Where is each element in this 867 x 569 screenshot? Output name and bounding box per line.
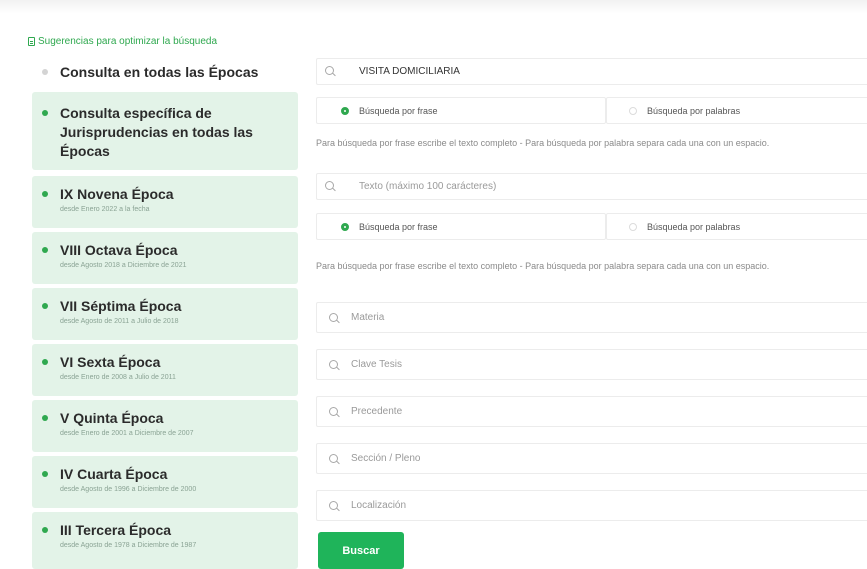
- search-icon: [329, 360, 338, 369]
- radio-word-search-1[interactable]: Búsqueda por palabras: [606, 97, 867, 124]
- sidebar-item-title: IX Novena Época: [60, 186, 174, 202]
- top-shadow-bar: [0, 0, 867, 14]
- clave-tesis-input[interactable]: [349, 358, 833, 371]
- search-input-2[interactable]: [357, 180, 841, 193]
- search-hint-2: Para búsqueda por frase escribe el texto…: [316, 261, 770, 271]
- search-submit-button[interactable]: Buscar: [318, 532, 404, 569]
- radio-phrase-label: Búsqueda por frase: [359, 105, 438, 116]
- document-icon: [28, 37, 35, 46]
- bullet-icon: [42, 69, 48, 75]
- sidebar-item-third-epoch[interactable]: III Tercera Época desde Agosto de 1978 a…: [32, 512, 298, 569]
- radio-selected-icon: [341, 222, 349, 231]
- bullet-icon: [42, 359, 48, 365]
- bullet-icon: [42, 247, 48, 253]
- search-icon: [329, 313, 338, 322]
- search-tips-link[interactable]: Sugerencias para optimizar la búsqueda: [28, 36, 217, 47]
- search-mode-radio-group-2: Búsqueda por frase Búsqueda por palabras: [316, 213, 867, 240]
- search-mode-radio-group-1: Búsqueda por frase Búsqueda por palabras: [316, 97, 867, 124]
- search-input-1[interactable]: [357, 65, 841, 78]
- radio-unselected-icon: [629, 222, 637, 231]
- bullet-icon: [42, 191, 48, 197]
- sidebar-item-seventh-epoch[interactable]: VII Séptima Época desde Agosto de 2011 a…: [32, 288, 298, 340]
- radio-words-label: Búsqueda por palabras: [647, 105, 741, 116]
- sidebar-item-title: IV Cuarta Época: [60, 466, 168, 482]
- search-icon: [329, 407, 338, 416]
- materia-input[interactable]: [349, 311, 833, 324]
- sidebar-item-title: VII Séptima Época: [60, 298, 182, 314]
- sidebar-item-title: Consulta en todas las Épocas: [60, 64, 259, 80]
- sidebar-item-title: V Quinta Época: [60, 410, 164, 426]
- radio-word-search-2[interactable]: Búsqueda por palabras: [606, 213, 867, 240]
- radio-phrase-search-1[interactable]: Búsqueda por frase: [316, 97, 606, 124]
- sidebar-item-dates: desde Agosto de 2011 a Julio de 2018: [60, 318, 179, 325]
- sidebar-item-fourth-epoch[interactable]: IV Cuarta Época desde Agosto de 1996 a D…: [32, 456, 298, 508]
- radio-selected-icon: [341, 106, 349, 115]
- search-text-field-2[interactable]: [316, 173, 867, 200]
- sidebar-item-title: Consulta específica de Jurisprudencias e…: [60, 105, 253, 159]
- sidebar-item-title: VI Sexta Época: [60, 354, 161, 370]
- sidebar-item-jurisprudence[interactable]: Consulta específica de Jurisprudencias e…: [32, 92, 298, 170]
- sidebar-item-ninth-epoch[interactable]: IX Novena Época desde Enero 2022 a la fe…: [32, 176, 298, 228]
- localizacion-input[interactable]: [349, 499, 833, 512]
- seccion-pleno-field[interactable]: [316, 443, 867, 474]
- search-icon: [329, 501, 338, 510]
- precedente-input[interactable]: [349, 405, 833, 418]
- sidebar-item-dates: desde Enero 2022 a la fecha: [60, 206, 150, 213]
- search-tips-label: Sugerencias para optimizar la búsqueda: [38, 36, 217, 47]
- sidebar-item-all-epochs[interactable]: Consulta en todas las Épocas: [32, 58, 298, 86]
- sidebar-item-eighth-epoch[interactable]: VIII Octava Época desde Agosto 2018 a Di…: [32, 232, 298, 284]
- clave-tesis-field[interactable]: [316, 349, 867, 380]
- sidebar-item-dates: desde Enero de 2008 a Julio de 2011: [60, 374, 176, 381]
- search-icon: [325, 181, 334, 190]
- sidebar-item-title: III Tercera Época: [60, 522, 172, 538]
- search-icon: [329, 454, 338, 463]
- radio-unselected-icon: [629, 106, 637, 115]
- search-hint-1: Para búsqueda por frase escribe el texto…: [316, 138, 770, 148]
- sidebar-item-sixth-epoch[interactable]: VI Sexta Época desde Enero de 2008 a Jul…: [32, 344, 298, 396]
- radio-phrase-search-2[interactable]: Búsqueda por frase: [316, 213, 606, 240]
- bullet-icon: [42, 303, 48, 309]
- radio-phrase-label: Búsqueda por frase: [359, 221, 438, 232]
- sidebar-item-dates: desde Enero de 2001 a Diciembre de 2007: [60, 430, 194, 437]
- seccion-pleno-input[interactable]: [349, 452, 833, 465]
- bullet-icon: [42, 110, 48, 116]
- localizacion-field[interactable]: [316, 490, 867, 521]
- search-text-field-1[interactable]: [316, 58, 867, 85]
- sidebar-item-dates: desde Agosto de 1996 a Diciembre de 2000: [60, 486, 197, 493]
- radio-words-label: Búsqueda por palabras: [647, 221, 741, 232]
- materia-field[interactable]: [316, 302, 867, 333]
- sidebar-item-dates: desde Agosto de 1978 a Diciembre de 1987: [60, 542, 197, 549]
- sidebar-item-dates: desde Agosto 2018 a Diciembre de 2021: [60, 262, 187, 269]
- bullet-icon: [42, 471, 48, 477]
- search-icon: [325, 66, 334, 75]
- precedente-field[interactable]: [316, 396, 867, 427]
- bullet-icon: [42, 415, 48, 421]
- bullet-icon: [42, 527, 48, 533]
- sidebar-item-title: VIII Octava Época: [60, 242, 178, 258]
- sidebar-item-fifth-epoch[interactable]: V Quinta Época desde Enero de 2001 a Dic…: [32, 400, 298, 452]
